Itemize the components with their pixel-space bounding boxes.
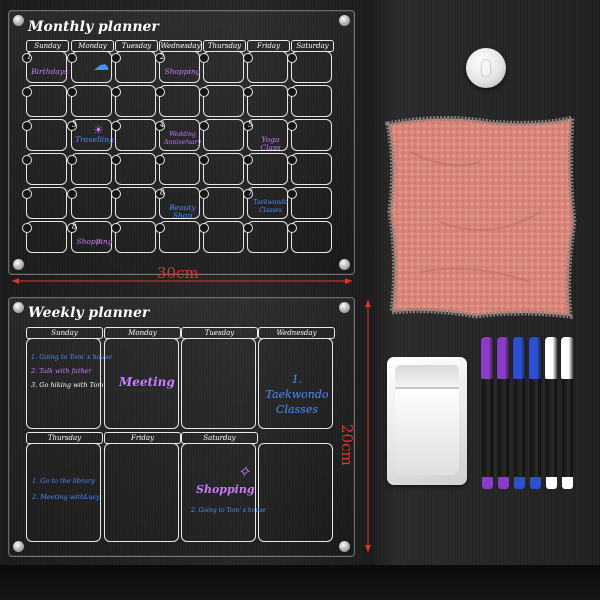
marker-end (514, 477, 525, 489)
marker (497, 337, 510, 492)
marker-body (482, 379, 493, 477)
marker-body (498, 379, 509, 477)
marker-end (562, 477, 573, 489)
marker-end (482, 477, 493, 489)
marker-cap (497, 337, 510, 379)
marker-cap (561, 337, 574, 379)
marker-body (562, 379, 573, 477)
marker (545, 337, 558, 492)
marker-end (546, 477, 557, 489)
cleaning-cloth (385, 114, 577, 319)
marker-holder (387, 357, 467, 485)
magnetic-hook (466, 48, 506, 88)
marker-cap (529, 337, 542, 379)
holder-front-flap (395, 387, 459, 475)
marker-body (514, 379, 525, 477)
holder-opening (395, 365, 459, 387)
hook-peg (482, 60, 490, 76)
marker-cap (513, 337, 526, 379)
marker-cap (545, 337, 558, 379)
width-label: 30cm (157, 264, 199, 282)
marker (513, 337, 526, 492)
marker-cap (481, 337, 494, 379)
marker (529, 337, 542, 492)
marker-body (546, 379, 557, 477)
marker-body (530, 379, 541, 477)
marker-end (530, 477, 541, 489)
height-label: 20cm (338, 424, 356, 466)
marker (561, 337, 574, 492)
marker (481, 337, 494, 492)
marker-end (498, 477, 509, 489)
product-photo: Monthly planner Sunday Monday Tuesday Wedne… (0, 0, 600, 600)
